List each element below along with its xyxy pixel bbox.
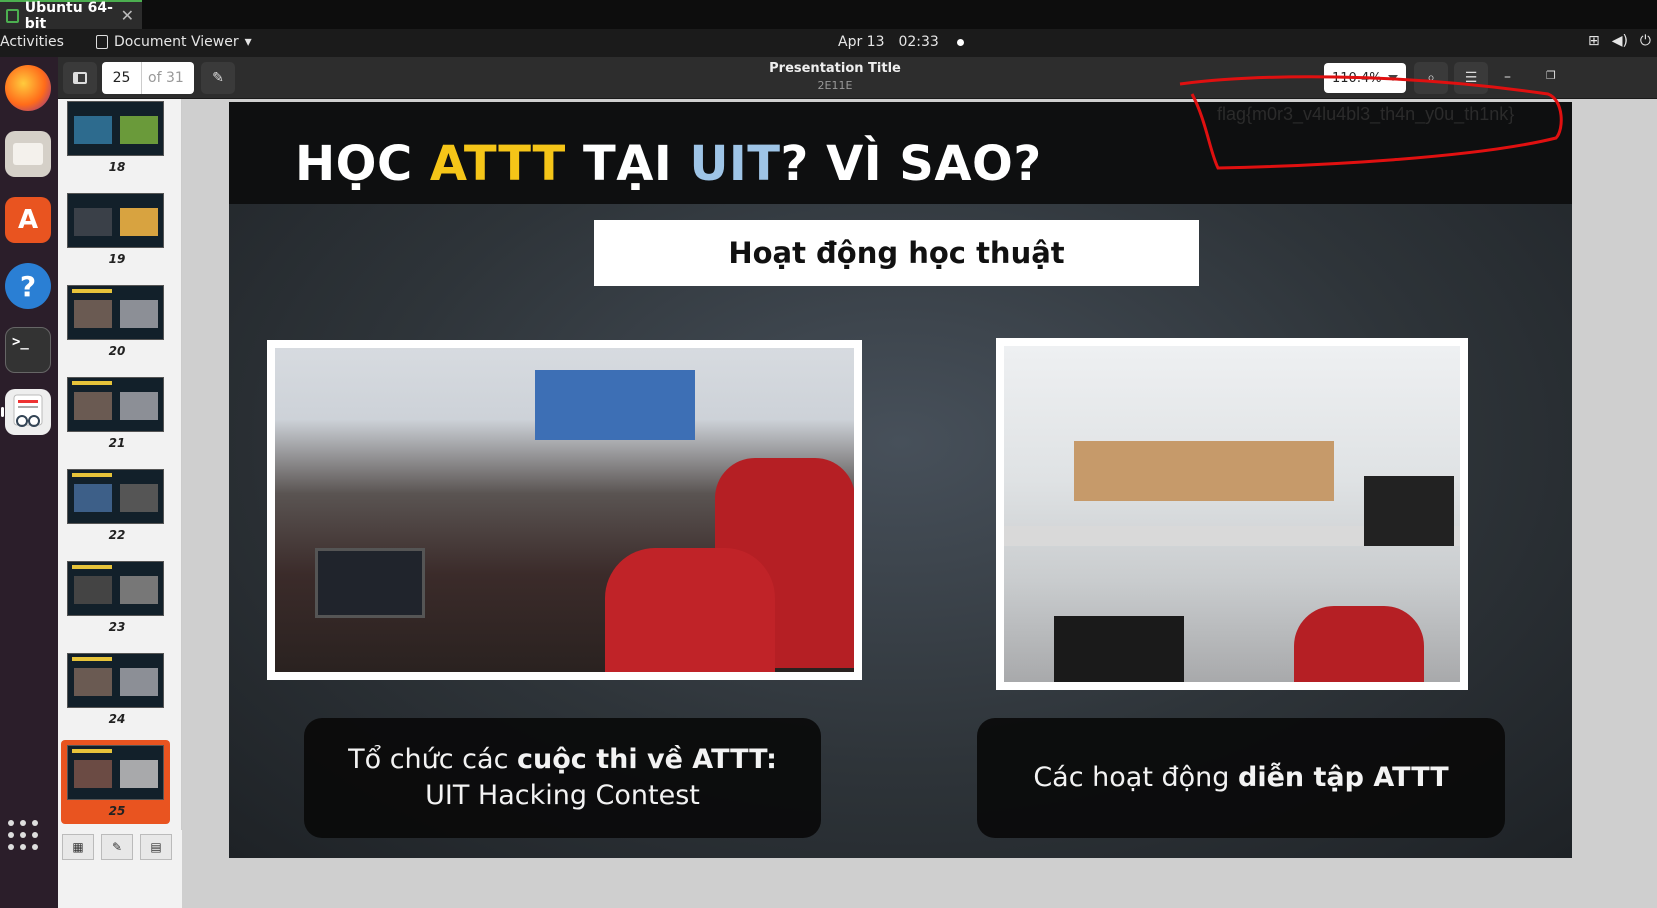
hamburger-icon: ☰ xyxy=(1464,70,1478,86)
heading-attt: ATTT xyxy=(429,136,566,192)
minimize-icon[interactable]: – xyxy=(1504,69,1511,85)
flag-annotation-text: flag{m0r3_v4lu4bl3_th4n_y0u_th1nk} xyxy=(1217,104,1515,124)
show-apps-icon[interactable] xyxy=(8,820,38,850)
thumbnail-number: 19 xyxy=(108,252,126,266)
vm-tab-title: Ubuntu 64-bit xyxy=(24,0,113,32)
drill-photo xyxy=(996,338,1468,690)
thumbnail[interactable] xyxy=(67,653,164,708)
thumbnail-number: 21 xyxy=(108,436,126,450)
thumbnail-number: 24 xyxy=(108,712,126,726)
app-name: Document Viewer xyxy=(114,34,239,50)
zoom-select[interactable]: 110.4% xyxy=(1324,63,1406,93)
power-icon[interactable]: ⏻ xyxy=(1640,33,1651,49)
gnome-top-bar: Activities Document Viewer ▾ Apr 13 02:3… xyxy=(0,29,1657,57)
chevron-down-icon xyxy=(1388,75,1398,81)
bookmarks-view-icon[interactable]: ▤ xyxy=(140,834,172,860)
clock-time: 02:33 xyxy=(898,34,939,50)
firefox-icon[interactable] xyxy=(5,65,51,111)
network-icon[interactable]: ⊞ xyxy=(1588,33,1600,49)
viewer-header-bar: 25 of 31 ✎ Presentation Title 2E11E 110.… xyxy=(58,57,1657,99)
close-icon[interactable]: ✕ xyxy=(121,6,134,25)
thumbnail[interactable] xyxy=(67,745,164,800)
document-viewer-icon[interactable] xyxy=(5,389,51,435)
notification-dot-icon xyxy=(956,38,964,46)
caption-left: Tổ chức các cuộc thi về ATTT: UIT Hackin… xyxy=(304,718,821,838)
thumbnail-number: 20 xyxy=(108,344,126,358)
document-icon xyxy=(96,35,108,49)
heading-text: ? VÌ SAO? xyxy=(780,136,1042,192)
help-icon[interactable]: ? xyxy=(5,263,51,309)
vm-tab[interactable]: Ubuntu 64-bit ✕ xyxy=(0,0,142,32)
contest-photo xyxy=(267,340,862,680)
system-tray[interactable]: ⊞ ◀) ⏻ xyxy=(1588,33,1651,49)
app-menu[interactable]: Document Viewer ▾ xyxy=(96,34,252,50)
vm-icon xyxy=(6,8,19,23)
thumbnail-sidebar[interactable]: 18 19 20 21 22 23 24 25 xyxy=(58,99,182,908)
thumbnail[interactable] xyxy=(67,561,164,616)
dock: A ? >_ xyxy=(0,57,58,908)
sidebar-view-switcher: ▦ ✎ ▤ xyxy=(58,830,182,908)
active-indicator xyxy=(1,407,4,417)
thumbnail-number: 22 xyxy=(108,528,126,542)
volume-icon[interactable]: ◀) xyxy=(1612,33,1628,49)
slide-subheading: Hoạt động học thuật xyxy=(594,220,1199,286)
thumbnail-number: 18 xyxy=(108,160,126,174)
terminal-icon[interactable]: >_ xyxy=(5,327,51,373)
thumbnail[interactable] xyxy=(67,377,164,432)
chevron-down-icon: ▾ xyxy=(244,34,252,50)
slide-heading: HỌC ATTT TẠI UIT? VÌ SAO? xyxy=(295,136,1042,192)
search-button[interactable]: ⌕ xyxy=(1414,62,1448,94)
maximize-icon[interactable]: ❐ xyxy=(1546,69,1556,82)
thumbnail[interactable] xyxy=(67,285,164,340)
thumbnail[interactable] xyxy=(67,193,164,248)
thumbnail-number: 25 xyxy=(108,804,126,818)
software-icon[interactable]: A xyxy=(5,197,51,243)
heading-text: HỌC xyxy=(295,136,430,192)
zoom-value: 110.4% xyxy=(1332,70,1382,86)
activities-button[interactable]: Activities xyxy=(0,34,64,50)
files-icon[interactable] xyxy=(5,131,51,177)
heading-uit: UIT xyxy=(689,136,781,192)
annotations-view-icon[interactable]: ✎ xyxy=(101,834,133,860)
thumbnails-view-icon[interactable]: ▦ xyxy=(62,834,94,860)
document-canvas[interactable]: HỌC ATTT TẠI UIT? VÌ SAO? Hoạt động học … xyxy=(182,99,1657,908)
vm-tab-bar: Ubuntu 64-bit ✕ xyxy=(0,0,1657,32)
menu-button[interactable]: ☰ xyxy=(1454,62,1488,94)
clock-date: Apr 13 xyxy=(838,34,885,50)
thumbnail[interactable] xyxy=(67,469,164,524)
thumbnail[interactable] xyxy=(67,101,164,156)
heading-text: TẠI xyxy=(565,136,690,192)
clock[interactable]: Apr 13 02:33 xyxy=(838,34,964,50)
caption-right: Các hoạt động diễn tập ATTT xyxy=(977,718,1505,838)
slide-page: HỌC ATTT TẠI UIT? VÌ SAO? Hoạt động học … xyxy=(229,102,1572,858)
thumbnail-number: 23 xyxy=(108,620,126,634)
search-icon: ⌕ xyxy=(1427,70,1435,86)
